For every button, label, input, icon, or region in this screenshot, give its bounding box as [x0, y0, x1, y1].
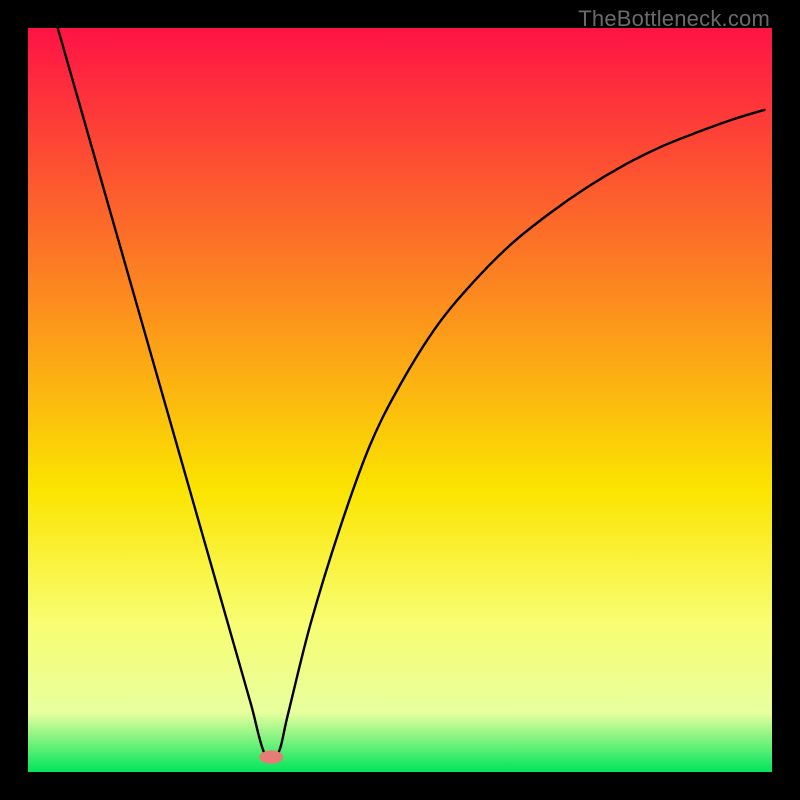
- chart-frame: [28, 28, 772, 772]
- gradient-background: [28, 28, 772, 772]
- bottleneck-chart: [28, 28, 772, 772]
- watermark-text: TheBottleneck.com: [578, 6, 770, 32]
- optimal-point-marker: [259, 750, 283, 763]
